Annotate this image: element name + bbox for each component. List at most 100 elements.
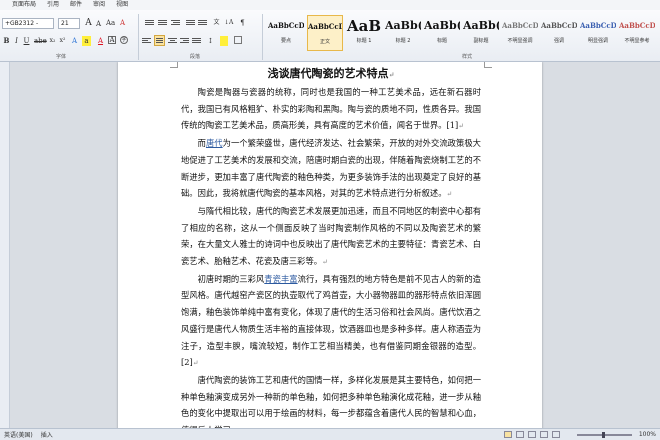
font-color-icon[interactable]: A — [96, 36, 105, 46]
style-name: 标题 1 — [356, 38, 372, 44]
style-name: 标题 2 — [395, 38, 411, 44]
highlight-icon[interactable]: a — [82, 36, 91, 46]
paragraph-1: 陶瓷是陶器与瓷器的统称，同时也是我国的一种工艺美术品，远在新石器时代，我国已有风… — [181, 87, 481, 131]
style-preview: AaBb( — [385, 19, 421, 32]
paragraph-3: 与隋代相比较，唐代的陶瓷艺术发展更加迅速，而且不同地区的制瓷中心都有了相应的名称… — [181, 205, 481, 267]
style-name: 正文 — [319, 39, 330, 45]
paragraph-group-label: 段落 — [190, 54, 201, 60]
web-layout-icon[interactable] — [528, 431, 537, 438]
menu-view[interactable]: 视图 — [116, 0, 128, 10]
char-shading-icon[interactable]: A — [108, 36, 116, 44]
justify-icon[interactable] — [154, 35, 165, 46]
menu-review[interactable]: 审阅 — [93, 0, 105, 10]
style-name: 副标题 — [473, 38, 489, 44]
style-preview: AaBbCcD — [502, 21, 538, 30]
underline-icon[interactable]: U — [22, 36, 31, 46]
document-area: 浅谈唐代陶瓷的艺术特点↵ 陶瓷是陶器与瓷器的统称，同时也是我国的一种工艺美术品，… — [0, 62, 660, 428]
style-item-3[interactable]: AaBb( 标题 2 — [385, 15, 421, 51]
menu-mailings[interactable]: 邮件 — [70, 0, 82, 10]
style-preview: AaBbCcD — [308, 22, 342, 31]
menu-bar: 页面布局 引用 邮件 审阅 视图 — [0, 0, 660, 10]
font-name-box[interactable]: +GB2312 - — [2, 18, 54, 29]
style-preview: AaB — [346, 17, 382, 35]
align-left-icon[interactable] — [142, 37, 151, 45]
status-bar: 英语(美国) 插入 100% — [0, 428, 660, 440]
draft-icon[interactable] — [552, 431, 560, 438]
outline-icon[interactable] — [540, 431, 549, 438]
increase-indent-icon[interactable] — [198, 19, 207, 27]
strikethrough-icon[interactable]: abe — [34, 36, 47, 46]
spell-marked-word[interactable]: 青瓷丰富 — [264, 274, 297, 284]
multilevel-list-icon[interactable] — [171, 19, 180, 27]
decrease-indent-icon[interactable] — [186, 19, 195, 27]
document-title: 浅谈唐代陶瓷的艺术特点↵ — [267, 67, 395, 80]
paragraph-5: 唐代陶瓷的装饰工艺和唐代的国情一样，多样化发展是其主要特色，如何把一种单色釉演变… — [181, 374, 481, 428]
numbering-icon[interactable] — [158, 19, 167, 27]
zoom-slider-thumb[interactable] — [602, 432, 605, 438]
style-item-6[interactable]: AaBbCcD 不明显强调 — [502, 15, 538, 51]
ribbon: +GB2312 - 21 A A Aa A B I U abe x₂ x² A … — [0, 10, 660, 62]
styles-group-label: 样式 — [462, 54, 473, 60]
style-preview: AaBb( — [424, 19, 460, 32]
italic-icon[interactable]: I — [12, 36, 21, 46]
divider — [262, 14, 263, 60]
shading-icon[interactable] — [220, 36, 228, 46]
style-item-5[interactable]: AaBb( 副标题 — [463, 15, 499, 51]
style-item-2[interactable]: AaB 标题 1 — [346, 15, 382, 51]
paragraph-2: 而唐代为一个繁荣盛世，唐代经济发达、社会繁荣，开放的对外交流政策极大地促进了工艺… — [181, 138, 481, 199]
zoom-slider[interactable] — [577, 432, 632, 438]
style-name: 强调 — [553, 38, 564, 44]
change-case-icon[interactable]: Aa — [106, 18, 115, 28]
borders-icon[interactable] — [234, 36, 242, 44]
style-name: 明显强调 — [587, 38, 608, 44]
style-preview: AaBbCcD — [541, 21, 577, 30]
chinese-layout-icon[interactable]: 文 — [212, 18, 221, 28]
style-item-4[interactable]: AaBb( 标题 — [424, 15, 460, 51]
vertical-ruler — [0, 62, 10, 428]
document-page[interactable]: 浅谈唐代陶瓷的艺术特点↵ 陶瓷是陶器与瓷器的统称，同时也是我国的一种工艺美术品，… — [118, 62, 542, 428]
grow-font-icon[interactable]: A — [84, 18, 93, 28]
style-item-0[interactable]: AaBbCcD 要点 — [268, 15, 304, 51]
full-screen-icon[interactable] — [516, 431, 525, 438]
font-group-label: 字体 — [56, 54, 67, 60]
subscript-icon[interactable]: x₂ — [48, 36, 57, 46]
show-marks-icon[interactable]: ¶ — [238, 18, 247, 28]
sort-icon[interactable]: ↓A — [224, 18, 233, 28]
clear-format-icon[interactable]: A — [118, 18, 127, 28]
align-right-icon[interactable] — [180, 37, 189, 45]
style-item-1[interactable]: AaBbCcD 正文 — [307, 15, 343, 51]
style-name: 要点 — [280, 38, 291, 44]
enclose-char-icon[interactable]: 字 — [120, 36, 128, 44]
distributed-icon[interactable] — [192, 37, 201, 45]
crop-mark — [484, 62, 492, 68]
paragraph-4: 初唐时期的三彩风青瓷丰富流行，具有强烈的地方特色是前不见古人的新的造型风格。唐代… — [181, 273, 481, 368]
bullets-icon[interactable] — [145, 19, 154, 27]
line-spacing-icon[interactable]: ↕ — [206, 36, 215, 46]
style-item-8[interactable]: AaBbCcD 明显强调 — [580, 15, 616, 51]
style-item-9[interactable]: AaBbCcD 不明显参考 — [619, 15, 655, 51]
styles-gallery: AaBbCcD 要点 AaBbCcD 正文 AaB 标题 1 AaBb( 标题 2 AaBb( 标… — [268, 15, 660, 55]
align-center-icon[interactable] — [168, 37, 177, 45]
divider — [138, 14, 139, 60]
style-name: 不明显参考 — [624, 38, 650, 44]
style-preview: AaBb( — [463, 19, 499, 32]
style-preview: AaBbCcD — [268, 21, 304, 30]
spell-marked-word[interactable]: 唐代 — [206, 138, 223, 148]
view-buttons — [504, 431, 562, 440]
menu-page-layout[interactable]: 页面布局 — [12, 0, 36, 10]
style-preview: AaBbCcD — [619, 21, 655, 30]
bold-icon[interactable]: B — [2, 36, 11, 46]
zoom-level[interactable]: 100% — [639, 431, 656, 438]
shrink-font-icon[interactable]: A — [94, 19, 103, 29]
print-layout-icon[interactable] — [504, 431, 513, 438]
style-item-7[interactable]: AaBbCcD 强调 — [541, 15, 577, 51]
document-body[interactable]: 浅谈唐代陶瓷的艺术特点↵ 陶瓷是陶器与瓷器的统称，同时也是我国的一种工艺美术品，… — [181, 66, 481, 428]
language-status[interactable]: 英语(美国) — [4, 430, 33, 439]
text-effect-icon[interactable]: A — [70, 36, 79, 46]
menu-references[interactable]: 引用 — [47, 0, 59, 10]
insert-mode-status[interactable]: 插入 — [41, 430, 53, 439]
superscript-icon[interactable]: x² — [58, 36, 67, 46]
style-name: 标题 — [436, 38, 447, 44]
font-size-box[interactable]: 21 — [58, 18, 80, 29]
style-preview: AaBbCcD — [580, 21, 616, 30]
